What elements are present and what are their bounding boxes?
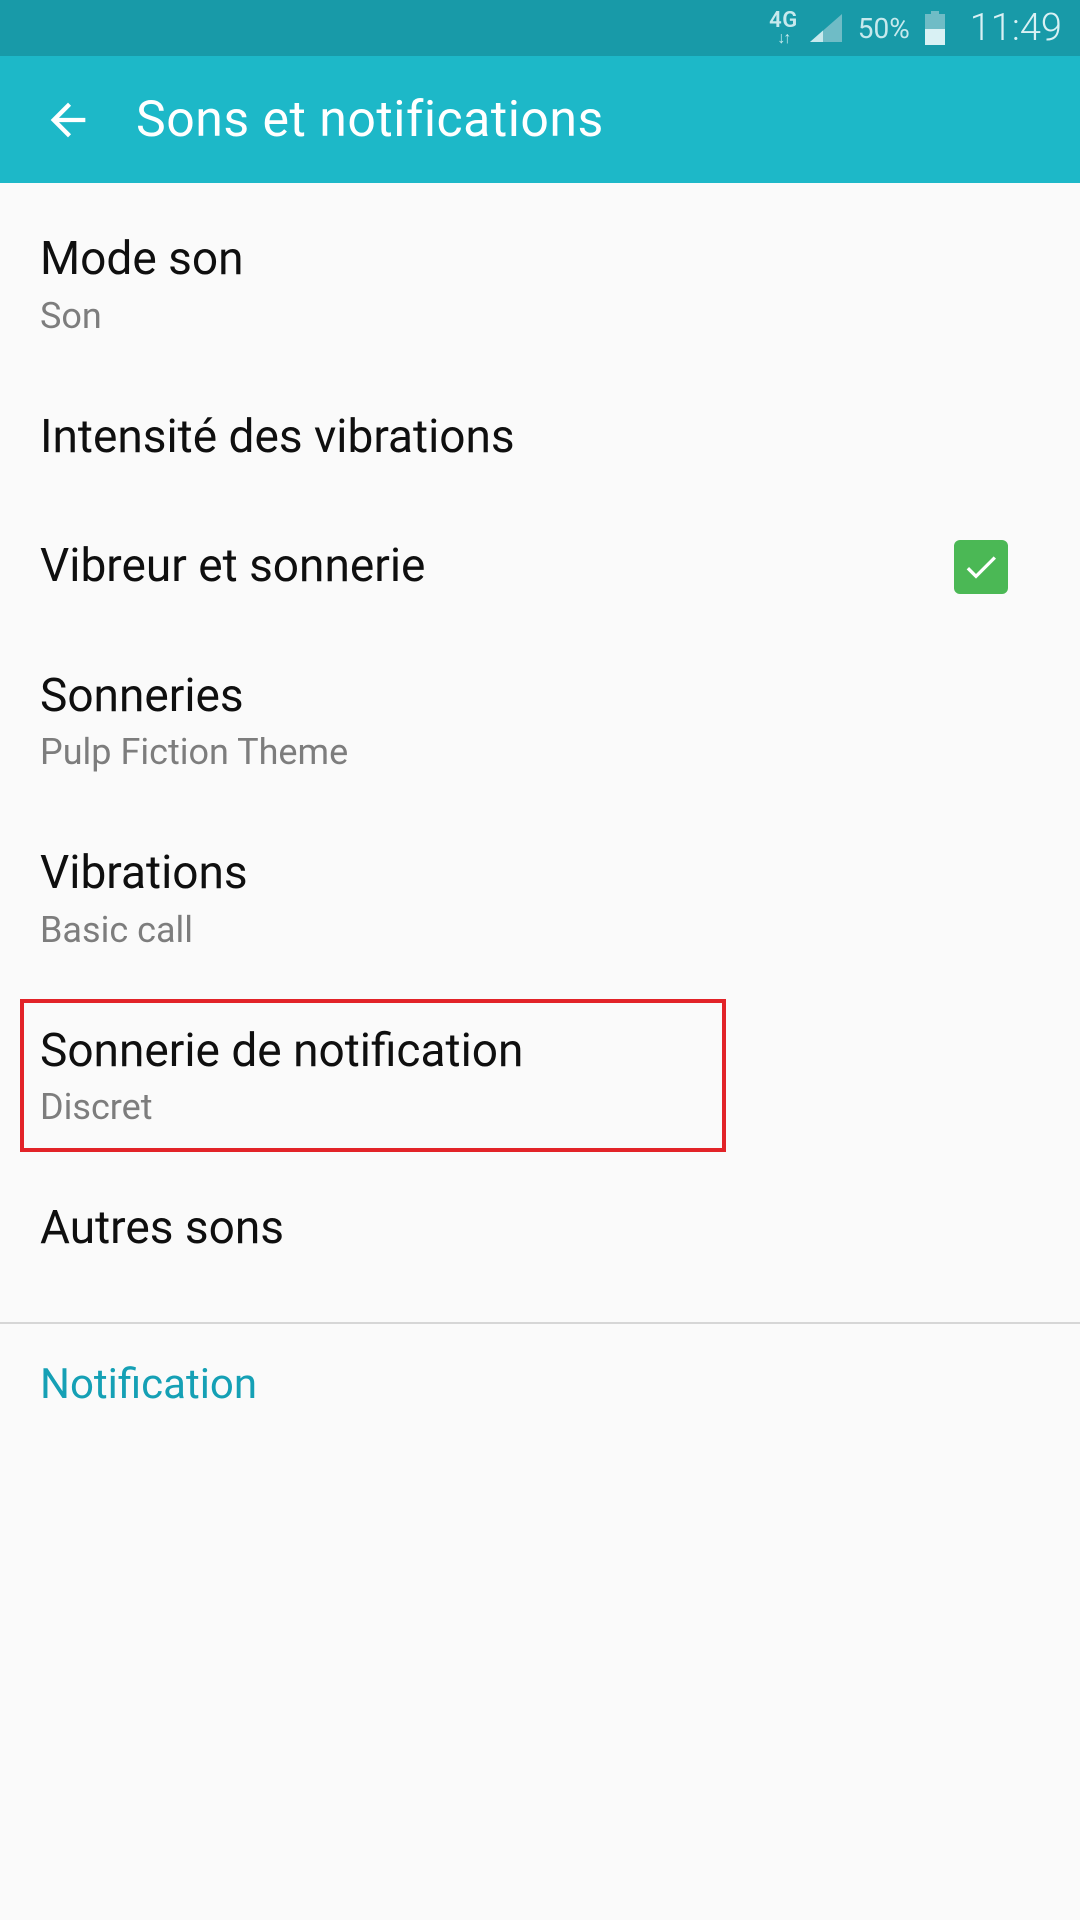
setting-mode-son[interactable]: Mode son Son: [0, 195, 1080, 373]
section-header-notification: Notification: [0, 1324, 1080, 1445]
setting-vibrations[interactable]: Vibrations Basic call: [0, 809, 1080, 987]
checkmark-icon: [961, 547, 1001, 587]
setting-subtitle: Discret: [40, 1086, 1040, 1128]
network-arrows-icon: ↓↑: [777, 30, 789, 46]
setting-title: Vibreur et sonnerie: [40, 538, 954, 596]
setting-vibreur-sonnerie[interactable]: Vibreur et sonnerie: [0, 502, 1080, 632]
setting-autres-sons[interactable]: Autres sons: [0, 1164, 1080, 1294]
status-bar: 4G ↓↑ 50% 11:49: [0, 0, 1080, 56]
setting-subtitle: Pulp Fiction Theme: [40, 731, 1040, 773]
page-title: Sons et notifications: [136, 91, 604, 149]
signal-icon: [810, 14, 842, 42]
setting-sonneries[interactable]: Sonneries Pulp Fiction Theme: [0, 632, 1080, 810]
battery-icon: [924, 11, 946, 45]
setting-title: Sonneries: [40, 668, 1040, 726]
back-button[interactable]: [38, 90, 98, 150]
setting-title: Vibrations: [40, 845, 1040, 903]
settings-list: Mode son Son Intensité des vibrations Vi…: [0, 183, 1080, 1445]
setting-sonnerie-notification[interactable]: Sonnerie de notification Discret: [0, 987, 1080, 1165]
app-bar: Sons et notifications: [0, 56, 1080, 183]
battery-percentage: 50%: [858, 12, 910, 45]
status-clock: 11:49: [970, 6, 1062, 50]
setting-subtitle: Basic call: [40, 909, 1040, 951]
setting-title: Mode son: [40, 231, 1040, 289]
setting-title: Intensité des vibrations: [40, 409, 1040, 467]
checkbox-vibreur-sonnerie[interactable]: [954, 540, 1008, 594]
setting-title: Autres sons: [40, 1200, 1040, 1258]
setting-subtitle: Son: [40, 295, 1040, 337]
setting-intensite-vibrations[interactable]: Intensité des vibrations: [0, 373, 1080, 503]
back-arrow-icon: [42, 94, 94, 146]
network-4g-icon: 4G ↓↑: [769, 10, 798, 46]
setting-title: Sonnerie de notification: [40, 1023, 1040, 1081]
